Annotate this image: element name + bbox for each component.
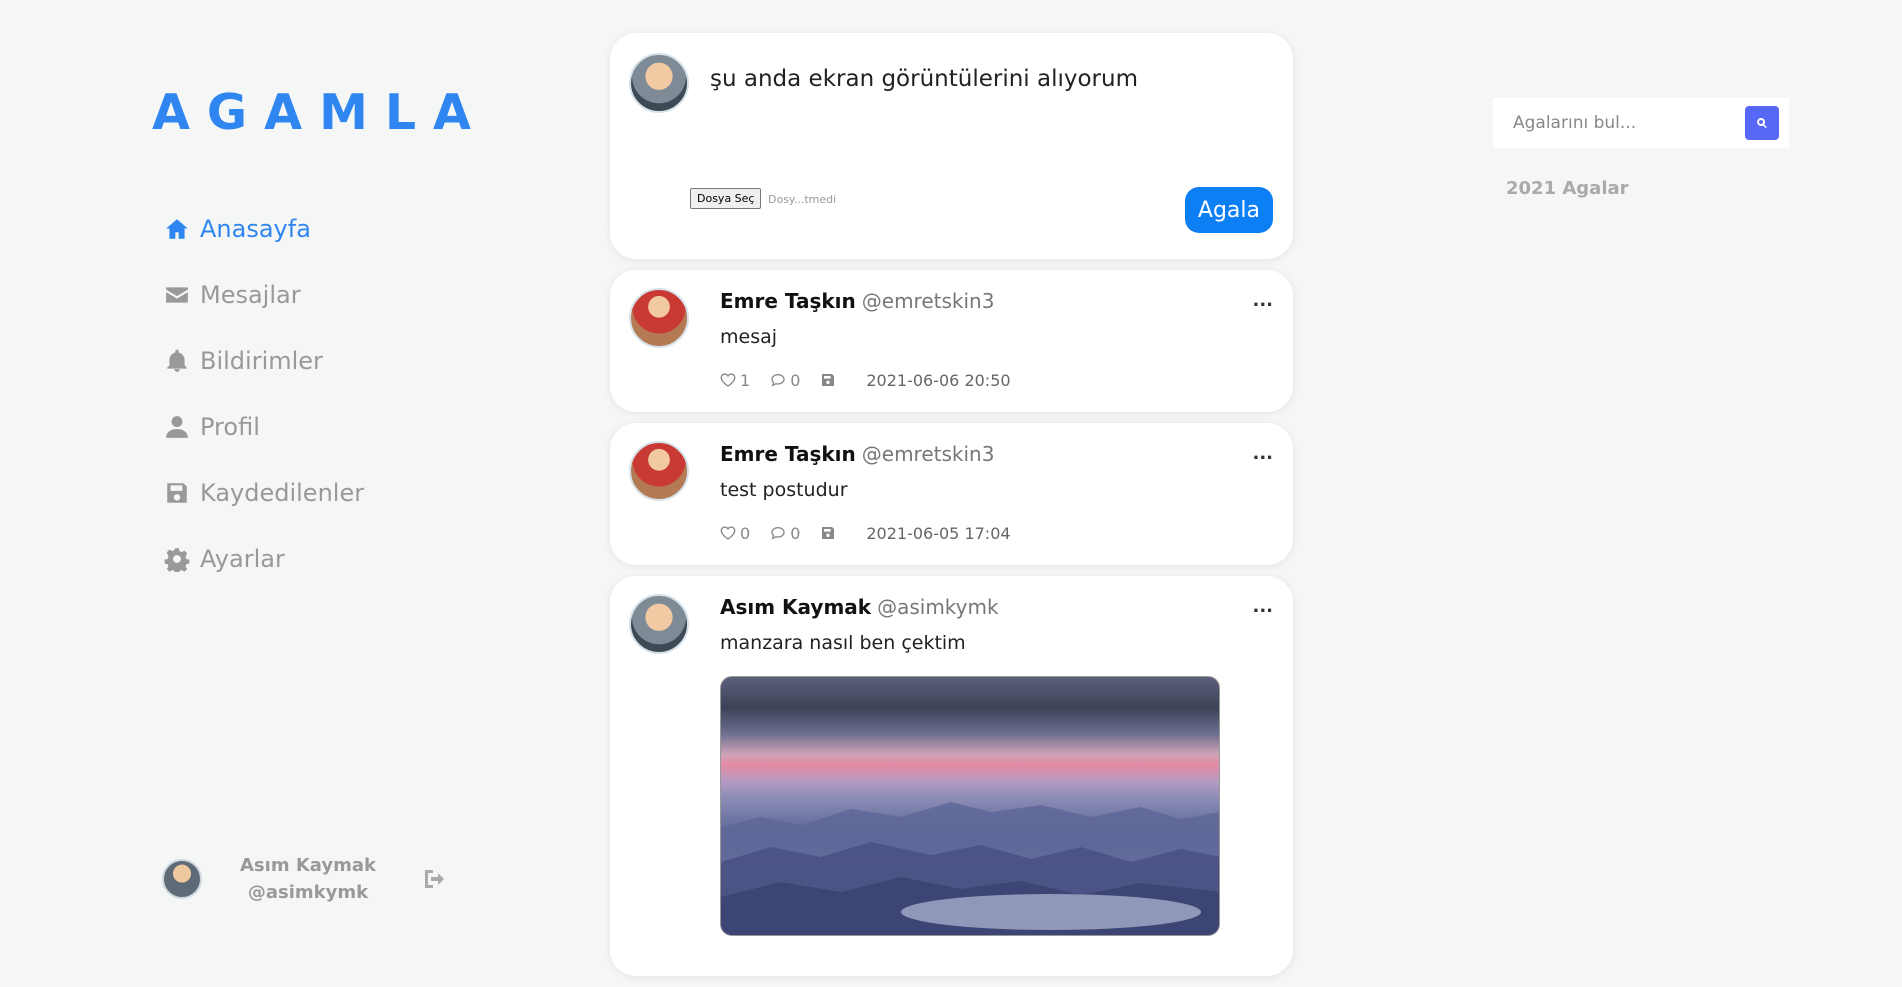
post-card: ... Emre Taşkın @emretskin3 mesaj 1 0 202… [610, 270, 1293, 412]
heart-icon [720, 373, 736, 387]
nav-label: Profil [200, 413, 260, 441]
landscape-image [721, 802, 1219, 935]
post-text: mesaj [720, 326, 778, 348]
heart-icon [720, 526, 736, 540]
comment-icon [771, 373, 785, 387]
search-input[interactable] [1511, 112, 1745, 134]
search-button[interactable] [1745, 106, 1779, 140]
post-author-name[interactable]: Emre Taşkın [720, 289, 856, 313]
nav-item-bildirimler[interactable]: Bildirimler [164, 328, 364, 394]
more-options-button[interactable]: ... [1252, 596, 1273, 617]
avatar[interactable] [162, 859, 202, 899]
post-author-name[interactable]: Asım Kaymak [720, 595, 871, 619]
save-icon [822, 374, 835, 386]
feed: şu anda ekran görüntülerini alıyorum Dos… [610, 33, 1293, 987]
post-text: test postudur [720, 479, 848, 501]
save-icon [164, 480, 190, 506]
like-count: 0 [740, 523, 751, 543]
post-image[interactable] [720, 676, 1220, 936]
post-actions: 0 0 2021-06-05 17:04 [720, 521, 1273, 545]
like-count: 1 [740, 370, 751, 390]
nav-item-kaydedilenler[interactable]: Kaydedilenler [164, 460, 364, 526]
save-icon [822, 527, 835, 539]
like-button[interactable]: 0 [720, 524, 750, 543]
main-nav: Anasayfa Mesajlar Bildirimler Profil Kay… [164, 196, 364, 592]
post-actions: 1 0 2021-06-06 20:50 [720, 368, 1273, 392]
app-logo[interactable]: AGAMLA [152, 84, 488, 141]
post-text: manzara nasıl ben çektim [720, 632, 966, 654]
search-box [1493, 98, 1789, 148]
post-card: ... Asım Kaymak @asimkymk manzara nasıl b… [610, 576, 1293, 976]
post-composer: şu anda ekran görüntülerini alıyorum Dos… [610, 33, 1293, 259]
nav-label: Bildirimler [200, 347, 323, 375]
avatar[interactable] [629, 594, 689, 654]
nav-label: Kaydedilenler [200, 479, 365, 507]
home-icon [164, 216, 190, 242]
envelope-icon [164, 282, 190, 308]
nav-item-ayarlar[interactable]: Ayarlar [164, 526, 364, 592]
comment-button[interactable]: 0 [770, 524, 800, 543]
more-options-button[interactable]: ... [1252, 443, 1273, 464]
user-icon [164, 414, 190, 440]
save-post-button[interactable] [820, 372, 840, 388]
comment-count: 0 [790, 370, 801, 390]
user-handle: @asimkymk [247, 882, 369, 903]
agala-button[interactable]: Agala [1184, 187, 1273, 233]
comment-icon [771, 526, 785, 540]
nav-item-anasayfa[interactable]: Anasayfa [164, 196, 364, 262]
avatar[interactable] [629, 441, 689, 501]
like-button[interactable]: 1 [720, 371, 750, 390]
section-title: 2021 Agalar [1506, 178, 1629, 199]
post-timestamp: 2021-06-06 20:50 [866, 370, 1011, 390]
composer-input[interactable]: şu anda ekran görüntülerini alıyorum [710, 66, 1138, 92]
post-author-name[interactable]: Emre Taşkın [720, 442, 856, 466]
post-author-handle[interactable]: @emretskin3 [862, 289, 995, 313]
sidebar: AGAMLA Anasayfa Mesajlar Bildirimler Pro… [0, 0, 560, 934]
post-author-handle[interactable]: @emretskin3 [862, 442, 995, 466]
bell-icon [164, 348, 190, 374]
gear-icon [164, 546, 190, 572]
file-status: Dosy...tmedi [768, 193, 837, 206]
avatar[interactable] [629, 288, 689, 348]
nav-item-profil[interactable]: Profil [164, 394, 364, 460]
nav-label: Ayarlar [200, 545, 285, 573]
right-panel: 2021 Agalar [1493, 98, 1789, 199]
comment-button[interactable]: 0 [770, 371, 800, 390]
more-options-button[interactable]: ... [1252, 290, 1273, 311]
comment-count: 0 [790, 523, 801, 543]
nav-label: Anasayfa [200, 215, 311, 243]
avatar [629, 53, 689, 113]
post-author-handle[interactable]: @asimkymk [877, 595, 998, 619]
post-card: ... Emre Taşkın @emretskin3 test postudur… [610, 423, 1293, 565]
file-select-button[interactable]: Dosya Seç [690, 188, 762, 209]
nav-item-mesajlar[interactable]: Mesajlar [164, 262, 364, 328]
user-name: Asım Kaymak [240, 855, 376, 876]
post-timestamp: 2021-06-05 17:04 [866, 523, 1011, 543]
save-post-button[interactable] [820, 525, 840, 541]
search-icon [1757, 118, 1767, 129]
logout-icon[interactable] [422, 867, 446, 891]
current-user: Asım Kaymak @asimkymk [162, 852, 446, 906]
nav-label: Mesajlar [200, 281, 301, 309]
